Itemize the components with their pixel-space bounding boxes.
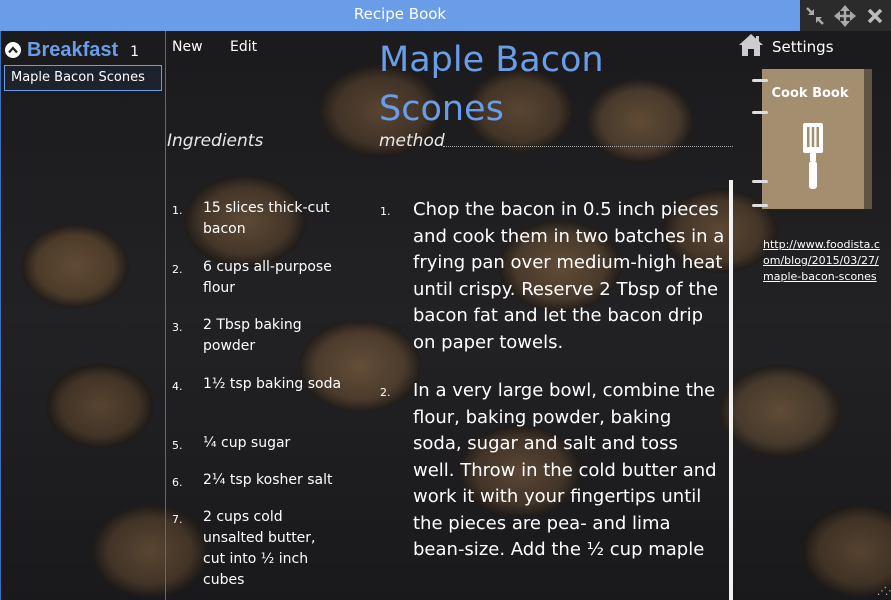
ingredient-number: 4. bbox=[172, 380, 183, 393]
method-steps[interactable]: 1. Chop the bacon in 0.5 inch pieces and… bbox=[380, 197, 725, 600]
new-button[interactable]: New bbox=[172, 39, 203, 55]
close-icon[interactable] bbox=[862, 3, 888, 29]
window-controls bbox=[800, 0, 891, 31]
resize-grip-icon[interactable]: ⋰⋰ bbox=[877, 586, 891, 597]
ingredient-text: 6 cups all-purpose flour bbox=[203, 259, 332, 296]
book-ring bbox=[752, 204, 768, 207]
spatula-icon bbox=[801, 121, 825, 195]
ingredient-item: 5. ¼ cup sugar bbox=[172, 433, 342, 454]
category-sidebar: Breakfast 1 Maple Bacon Scones bbox=[0, 31, 166, 600]
ingredient-text: 1½ tsp baking soda bbox=[203, 376, 342, 392]
edit-button[interactable]: Edit bbox=[230, 39, 257, 55]
ingredient-text: 2 Tbsp baking powder bbox=[203, 317, 302, 354]
category-header[interactable]: Breakfast 1 bbox=[5, 38, 139, 62]
method-step: 1. Chop the bacon in 0.5 inch pieces and… bbox=[380, 197, 725, 356]
ingredient-number: 5. bbox=[172, 439, 183, 452]
cookbook-title: Cook Book bbox=[771, 86, 849, 101]
ingredients-heading: Ingredients bbox=[167, 131, 264, 151]
ingredient-item: 2. 6 cups all-purpose flour bbox=[172, 257, 342, 299]
ingredient-number: 2. bbox=[172, 263, 183, 276]
recipe-title: Maple Bacon Scones bbox=[379, 40, 604, 129]
book-ring bbox=[752, 180, 768, 183]
ingredient-text: 15 slices thick-cut bacon bbox=[203, 200, 330, 237]
ingredient-item: 3. 2 Tbsp baking powder bbox=[172, 315, 342, 357]
recipe-list-item[interactable]: Maple Bacon Scones bbox=[4, 65, 162, 91]
source-link[interactable]: http://www.foodista.com/blog/2015/03/27/… bbox=[763, 237, 881, 285]
ingredient-text: 2¼ tsp kosher salt bbox=[203, 472, 333, 488]
ingredient-item: 4. 1½ tsp baking soda bbox=[172, 374, 342, 395]
method-heading: method bbox=[379, 131, 445, 151]
settings-button[interactable]: Settings bbox=[738, 33, 834, 61]
book-ring bbox=[752, 79, 768, 82]
step-number: 1. bbox=[380, 205, 391, 218]
ingredient-number: 1. bbox=[172, 204, 183, 217]
category-name[interactable]: Breakfast bbox=[27, 39, 118, 62]
step-text: In a very large bowl, combine the flour,… bbox=[413, 380, 717, 560]
home-icon bbox=[738, 33, 764, 61]
step-number: 2. bbox=[380, 386, 391, 399]
method-divider bbox=[443, 146, 733, 147]
ingredient-text: 2 cups cold unsalted butter, cut into ½ … bbox=[203, 509, 316, 588]
settings-label: Settings bbox=[772, 38, 834, 56]
chevron-up-circle-icon[interactable] bbox=[5, 42, 21, 58]
title-bar: Recipe Book bbox=[0, 0, 891, 31]
step-text: Chop the bacon in 0.5 inch pieces and co… bbox=[413, 199, 725, 353]
category-count: 1 bbox=[130, 44, 140, 60]
ingredient-number: 6. bbox=[172, 476, 183, 489]
book-ring bbox=[752, 111, 768, 114]
method-step: 2. In a very large bowl, combine the flo… bbox=[380, 378, 725, 564]
cookbook-tile[interactable]: Cook Book bbox=[752, 69, 872, 209]
app-title: Recipe Book bbox=[353, 5, 447, 23]
ingredient-item: 7. 2 cups cold unsalted butter, cut into… bbox=[172, 507, 322, 591]
ingredient-text: ¼ cup sugar bbox=[203, 435, 291, 451]
ingredient-number: 7. bbox=[172, 513, 183, 526]
ingredient-item: 1. 15 slices thick-cut bacon bbox=[172, 198, 342, 240]
method-scrollbar[interactable] bbox=[729, 180, 733, 600]
ingredient-number: 3. bbox=[172, 321, 183, 334]
restore-arrows-icon[interactable] bbox=[802, 3, 828, 29]
ingredient-item: 6. 2¼ tsp kosher salt bbox=[172, 470, 342, 491]
move-arrows-icon[interactable] bbox=[832, 3, 858, 29]
